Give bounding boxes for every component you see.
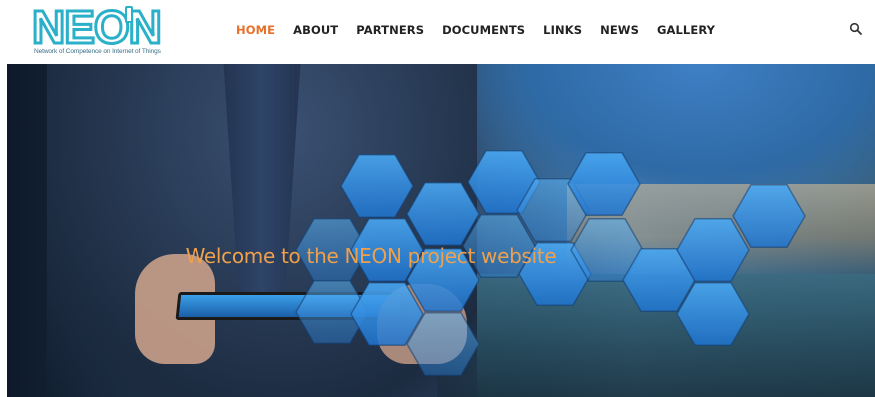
hero-banner: Welcome to the NEON project website bbox=[7, 64, 875, 397]
nav-about[interactable]: ABOUT bbox=[293, 20, 338, 40]
site-header: NEON Network of Competence on Internet o… bbox=[0, 0, 875, 64]
neon-logo[interactable]: NEON Network of Competence on Internet o… bbox=[31, 0, 164, 59]
nav-partners[interactable]: PARTNERS bbox=[356, 20, 424, 40]
nav-news[interactable]: NEWS bbox=[600, 20, 639, 40]
logo-tagline: Network of Competence on Internet of Thi… bbox=[34, 48, 161, 55]
nav-links[interactable]: LINKS bbox=[543, 20, 582, 40]
search-icon[interactable] bbox=[849, 22, 863, 36]
hexagon-tile bbox=[732, 184, 806, 248]
nav-home[interactable]: HOME bbox=[236, 20, 275, 40]
hexagon-tile bbox=[340, 154, 414, 218]
nav-documents[interactable]: DOCUMENTS bbox=[442, 20, 525, 40]
main-nav: HOME ABOUT PARTNERS DOCUMENTS LINKS NEWS… bbox=[236, 20, 733, 40]
logo-wordmark: NEON bbox=[31, 0, 164, 55]
hero-headline: Welcome to the NEON project website bbox=[185, 244, 557, 268]
power-icon bbox=[125, 6, 133, 23]
nav-gallery[interactable]: GALLERY bbox=[657, 20, 715, 40]
hexagon-pattern bbox=[295, 150, 806, 376]
